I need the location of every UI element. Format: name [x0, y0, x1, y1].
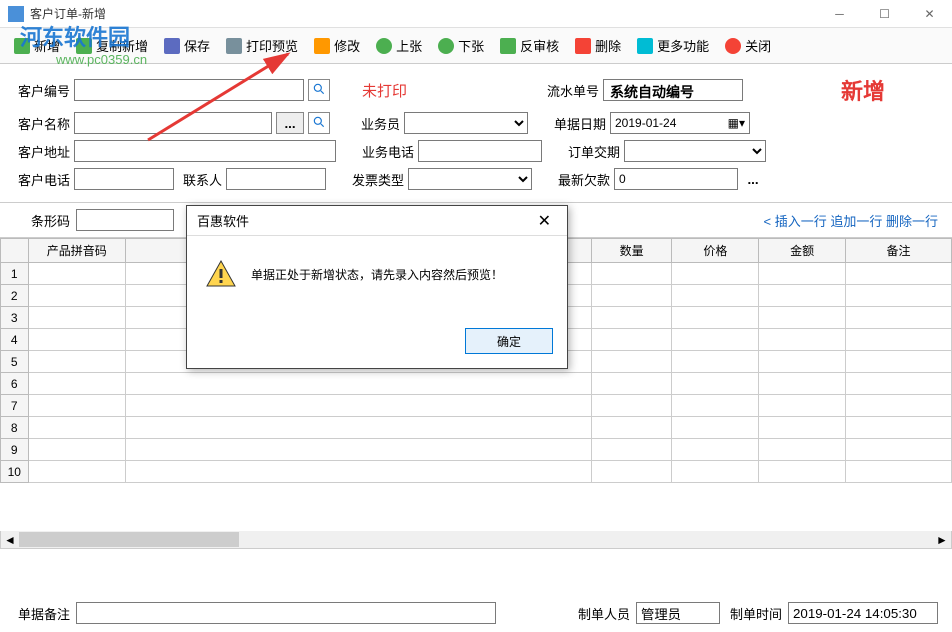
- dialog-overlay: 百惠软件 ✕ 单据正处于新增状态，请先录入内容然后预览！ 确定: [0, 0, 952, 632]
- dialog-message: 单据正处于新增状态，请先录入内容然后预览！: [251, 266, 503, 283]
- dialog-title: 百惠软件: [197, 211, 249, 230]
- dialog-ok-button[interactable]: 确定: [465, 328, 553, 354]
- dialog-close-button[interactable]: ✕: [532, 211, 557, 231]
- message-dialog: 百惠软件 ✕ 单据正处于新增状态，请先录入内容然后预览！ 确定: [186, 205, 568, 369]
- warning-icon: [205, 258, 237, 290]
